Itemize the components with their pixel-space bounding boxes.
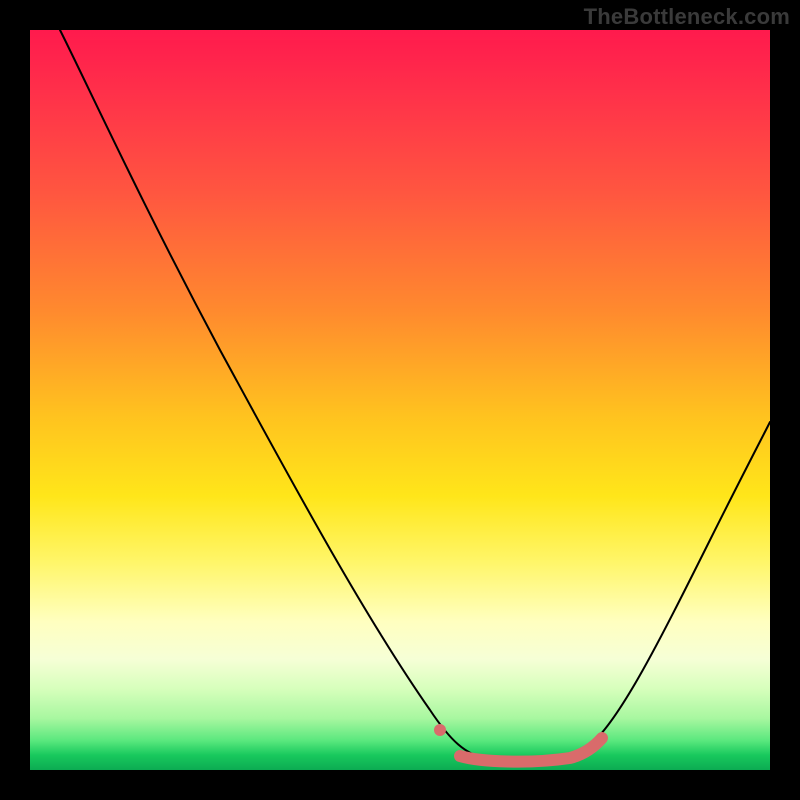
curve-line bbox=[60, 30, 770, 762]
watermark-text: TheBottleneck.com bbox=[584, 4, 790, 30]
bottleneck-curve bbox=[30, 30, 770, 770]
optimal-left-dot bbox=[434, 724, 446, 736]
chart-frame: TheBottleneck.com bbox=[0, 0, 800, 800]
plot-area bbox=[30, 30, 770, 770]
optimal-range-marker bbox=[460, 738, 602, 762]
